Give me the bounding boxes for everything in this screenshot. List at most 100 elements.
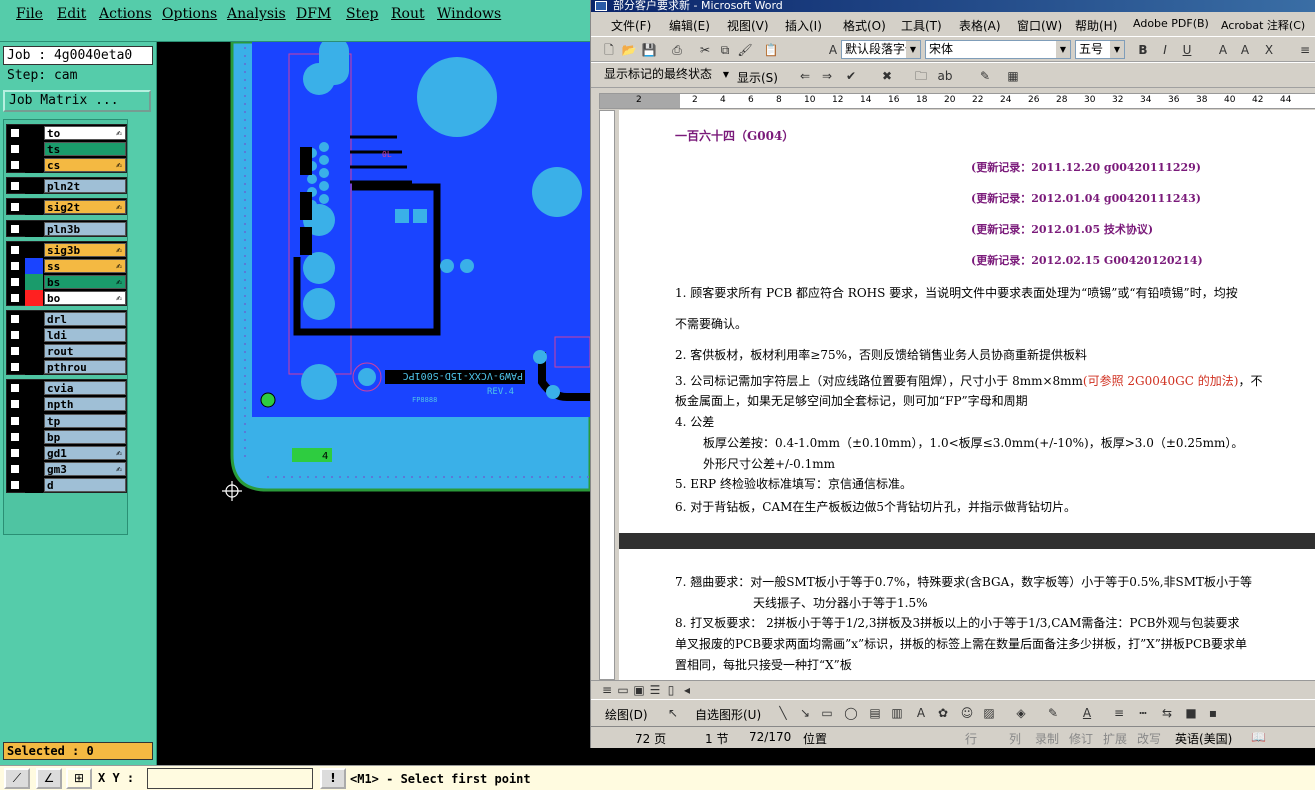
layer-color-swatch[interactable]	[25, 273, 43, 290]
menu-analysis[interactable]: Analysis	[227, 6, 286, 22]
track-changes-icon[interactable]: ✎	[977, 68, 993, 84]
layer-row-bo[interactable]: bo ✍	[7, 289, 126, 306]
menu-file[interactable]: File	[16, 6, 43, 22]
highlight-icon[interactable]: ab	[937, 68, 953, 84]
word-menu-acrobat[interactable]: Acrobat 注释(C)	[1221, 17, 1305, 33]
layer-name[interactable]: to ✍	[44, 126, 126, 140]
rectangle-icon[interactable]: ▭	[819, 705, 835, 721]
layer-color-swatch[interactable]	[25, 141, 43, 158]
layer-row-bp[interactable]: bp	[7, 428, 126, 445]
word-menu-tools[interactable]: 工具(T)	[901, 17, 942, 34]
status-trk[interactable]: 修订	[1069, 730, 1093, 747]
layer-row-ss[interactable]: ss ✍	[7, 257, 126, 274]
layer-checkbox[interactable]	[10, 244, 20, 255]
new-doc-icon[interactable]: 🗋	[601, 42, 617, 58]
scroll-left-icon[interactable]: ◂	[679, 682, 695, 698]
vertical-ruler[interactable]	[599, 110, 615, 680]
layer-checkbox[interactable]	[10, 463, 20, 474]
reading-view-icon[interactable]: ▯	[663, 682, 679, 698]
layer-row-to[interactable]: to ✍	[7, 125, 126, 141]
layer-checkbox[interactable]	[10, 202, 20, 213]
layer-color-swatch[interactable]	[25, 343, 43, 360]
layer-color-swatch[interactable]	[25, 220, 43, 237]
layer-row-ts[interactable]: ts	[7, 141, 126, 158]
layer-checkbox[interactable]	[10, 223, 20, 234]
print-view-icon[interactable]: ▣	[631, 682, 647, 698]
markup-combo[interactable]: 显示标记的最终状态 ▼	[601, 66, 733, 85]
layer-name[interactable]: pln3b	[44, 221, 126, 236]
layer-name[interactable]: ss ✍	[44, 258, 126, 273]
layer-row-d[interactable]: d	[7, 476, 126, 493]
layer-checkbox[interactable]	[10, 479, 20, 490]
next-change-icon[interactable]: ⇒	[819, 68, 835, 84]
layer-checkbox[interactable]	[10, 330, 20, 341]
line-color-icon[interactable]: ✎	[1045, 705, 1061, 721]
format-painter-icon[interactable]: 🖌	[737, 42, 753, 58]
word-menu-format[interactable]: 格式(O)	[843, 17, 886, 34]
layer-name[interactable]: gd1 ✍	[44, 445, 126, 460]
warning-icon[interactable]: !	[320, 768, 346, 789]
accept-change-icon[interactable]: ✔	[843, 68, 859, 84]
align-icon[interactable]: ≡	[1297, 42, 1313, 58]
layer-row-gm3[interactable]: gm3 ✍	[7, 460, 126, 477]
comment-icon[interactable]: 🗀	[913, 68, 929, 84]
menu-step[interactable]: Step	[346, 6, 378, 22]
layer-checkbox[interactable]	[10, 346, 20, 357]
word-menu-adobe-pdf[interactable]: Adobe PDF(B)	[1133, 17, 1209, 30]
line-style-icon[interactable]: ≡	[1111, 705, 1127, 721]
draw-line-icon[interactable]: ⟋	[4, 768, 30, 789]
layer-checkbox[interactable]	[10, 415, 20, 426]
cam-graphic-canvas[interactable]: PAW9-VCXX-15D-S001PC REV.4 FP8888 0L 4	[157, 42, 590, 765]
layer-color-swatch[interactable]	[25, 476, 43, 493]
open-icon[interactable]: 📂	[621, 42, 637, 58]
italic-icon[interactable]: I	[1157, 42, 1173, 58]
layer-name[interactable]: bo ✍	[44, 290, 126, 305]
status-rec[interactable]: 录制	[1035, 730, 1059, 747]
document-page[interactable]: 一百六十四（G004） (更新记录：2011.12.20 g0042011122…	[619, 110, 1315, 680]
autoshape-menu[interactable]: 自选图形(U)	[695, 706, 761, 723]
layer-checkbox[interactable]	[10, 383, 20, 394]
layer-checkbox[interactable]	[10, 160, 20, 171]
layer-color-swatch[interactable]	[25, 311, 43, 327]
font-color-icon[interactable]: A	[1079, 705, 1095, 721]
layer-color-swatch[interactable]	[25, 460, 43, 477]
fill-color-icon[interactable]: ◈	[1013, 705, 1029, 721]
style-icon[interactable]: A	[825, 42, 841, 58]
layer-color-swatch[interactable]	[25, 157, 43, 174]
layer-row-cs[interactable]: cs ✍	[7, 157, 126, 174]
grid-snap-icon[interactable]: ⊞	[66, 768, 92, 789]
style-combo[interactable]: 默认段落字体 ▼	[841, 40, 921, 59]
xy-input[interactable]	[147, 768, 313, 789]
word-menu-file[interactable]: 文件(F)	[611, 17, 651, 34]
word-menu-help[interactable]: 帮助(H)	[1075, 17, 1117, 34]
layer-name[interactable]: ldi	[44, 328, 126, 343]
draw-menu[interactable]: 绘图(D)	[605, 706, 648, 723]
layer-row-drl[interactable]: drl	[7, 311, 126, 327]
menu-actions[interactable]: Actions	[99, 6, 152, 22]
layer-color-swatch[interactable]	[25, 428, 43, 445]
word-menu-table[interactable]: 表格(A)	[959, 17, 1001, 34]
layer-color-swatch[interactable]	[25, 396, 43, 413]
layer-checkbox[interactable]	[10, 276, 20, 287]
layer-row-rout[interactable]: rout	[7, 343, 126, 360]
layer-color-swatch[interactable]	[25, 289, 43, 306]
layer-checkbox[interactable]	[10, 314, 20, 324]
size-combo[interactable]: 五号 ▼	[1075, 40, 1125, 59]
layer-row-npth[interactable]: npth	[7, 396, 126, 413]
select-objects-icon[interactable]: ↖	[665, 705, 681, 721]
layer-color-swatch[interactable]	[25, 444, 43, 461]
layer-color-swatch[interactable]	[25, 327, 43, 344]
layer-checkbox[interactable]	[10, 292, 20, 303]
layer-checkbox[interactable]	[10, 447, 20, 458]
layer-color-swatch[interactable]	[25, 241, 43, 258]
show-menu[interactable]: 显示(S)	[737, 69, 778, 86]
wordart-icon[interactable]: A	[913, 705, 929, 721]
layer-row-pln2t[interactable]: pln2t	[7, 178, 126, 195]
word-menu-insert[interactable]: 插入(I)	[785, 17, 822, 34]
reviewing-pane-icon[interactable]: ▦	[1005, 68, 1021, 84]
line-icon[interactable]: ╲	[775, 705, 791, 721]
layer-row-tp[interactable]: tp	[7, 412, 126, 429]
char-scale-icon[interactable]: X	[1261, 42, 1277, 58]
layer-row-gd1[interactable]: gd1 ✍	[7, 444, 126, 461]
layer-color-swatch[interactable]	[25, 199, 43, 216]
